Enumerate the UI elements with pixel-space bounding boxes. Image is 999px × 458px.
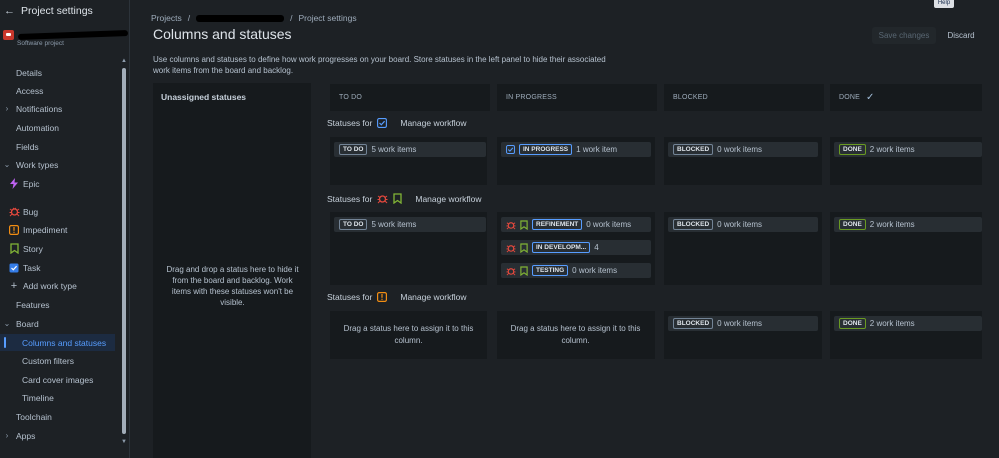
unassigned-hint: Drag and drop a status here to hide it f…: [166, 265, 299, 307]
breadcrumb: Projects / / Project settings: [151, 13, 357, 23]
sidebar-item-fields[interactable]: Fields: [0, 138, 118, 155]
page-title: Columns and statuses: [153, 26, 292, 42]
chevron-right-icon: ›: [5, 431, 9, 440]
story-bookmark-icon: [393, 193, 403, 204]
status-card-refinement[interactable]: REFINEMENT 0 work items: [501, 217, 651, 232]
impediment-icon: [377, 292, 388, 302]
sidebar-item-custom-filters[interactable]: Custom filters: [0, 352, 118, 369]
bug-icon: [377, 193, 388, 204]
sidebar-item-features[interactable]: Features: [0, 296, 118, 313]
discard-button[interactable]: Discard: [941, 27, 981, 44]
workflow-group-impediment: Statuses for Manage workflow: [327, 292, 467, 302]
unassigned-statuses-panel[interactable]: Unassigned statuses Drag and drop a stat…: [153, 83, 311, 458]
sidebar-item-automation[interactable]: Automation: [0, 119, 118, 136]
column-header-blocked[interactable]: BLOCKED: [664, 84, 824, 111]
status-card-todo[interactable]: TO DO 5 work items: [334, 142, 486, 157]
story-bookmark-icon: [8, 243, 20, 255]
sidebar-item-impediment[interactable]: Impediment: [0, 221, 118, 238]
sidebar-title: Project settings: [21, 5, 93, 17]
status-card-done[interactable]: DONE 2 work items: [834, 316, 982, 331]
sidebar-header: ← Project settings: [4, 5, 93, 17]
sidebar-item-timeline[interactable]: Timeline: [0, 389, 118, 406]
breadcrumb-separator: /: [187, 13, 191, 23]
bug-icon: [506, 266, 516, 276]
sidebar-item-notifications[interactable]: › Notifications: [0, 100, 118, 117]
status-card-blocked[interactable]: BLOCKED 0 work items: [668, 316, 818, 331]
sidebar-item-epic[interactable]: Epic: [0, 175, 118, 192]
breadcrumb-project-redacted[interactable]: [196, 14, 285, 22]
status-card-blocked[interactable]: BLOCKED 0 work items: [668, 217, 818, 232]
status-card-testing[interactable]: TESTING 0 work items: [501, 263, 651, 278]
project-name-redacted: [17, 30, 129, 40]
workflow-group-bug-story: Statuses for Manage workflow: [327, 193, 482, 204]
page-description: Use columns and statuses to define how w…: [153, 55, 606, 75]
status-card-blocked[interactable]: BLOCKED 0 work items: [668, 142, 818, 157]
epic-icon: [8, 178, 20, 190]
column-header-in-progress[interactable]: IN PROGRESS: [497, 84, 657, 111]
drop-hint-todo: Drag a status here to assign it to this …: [343, 324, 474, 345]
chevron-right-icon: ›: [5, 104, 9, 113]
help-button[interactable]: Help: [934, 0, 954, 8]
task-checkbox-icon: [377, 118, 388, 128]
story-bookmark-icon: [520, 265, 528, 276]
project-avatar-icon: [3, 30, 14, 40]
story-bookmark-icon: [520, 242, 528, 253]
sidebar-item-card-cover-images[interactable]: Card cover images: [0, 371, 118, 388]
sidebar-item-access[interactable]: Access: [0, 82, 118, 99]
sidebar-item-columns-and-statuses[interactable]: Columns and statuses: [0, 334, 115, 351]
breadcrumb-projects[interactable]: Projects: [151, 13, 182, 23]
sidebar-item-details[interactable]: Details: [0, 64, 118, 81]
bug-icon: [8, 206, 20, 218]
scroll-up-arrow-icon[interactable]: ▲: [121, 58, 127, 64]
status-card-todo[interactable]: TO DO 5 work items: [334, 217, 486, 232]
sidebar-item-board[interactable]: ⌄ Board: [0, 315, 118, 332]
manage-workflow-link[interactable]: Manage workflow: [400, 118, 466, 128]
status-card-in-development[interactable]: IN DEVELOPM... 4: [501, 240, 651, 255]
back-arrow-icon[interactable]: ←: [4, 5, 15, 17]
breadcrumb-project-settings[interactable]: Project settings: [298, 13, 356, 23]
chevron-down-icon: ⌄: [3, 160, 11, 169]
sidebar-scrollbar[interactable]: [122, 68, 126, 434]
bug-icon: [506, 243, 516, 253]
bug-icon: [506, 220, 516, 230]
column-header-done[interactable]: DONE ✓: [830, 84, 982, 111]
checkmark-icon: ✓: [866, 92, 875, 103]
sidebar-item-work-types[interactable]: ⌄ Work types: [0, 156, 118, 173]
workflow-group-task: Statuses for Manage workflow: [327, 118, 467, 128]
unassigned-title: Unassigned statuses: [161, 92, 247, 102]
chevron-down-icon: ⌄: [3, 319, 11, 328]
sidebar: ← Project settings Software project Deta…: [0, 0, 130, 458]
manage-workflow-link[interactable]: Manage workflow: [415, 194, 481, 204]
status-card-done[interactable]: DONE 2 work items: [834, 142, 982, 157]
manage-workflow-link[interactable]: Manage workflow: [400, 292, 466, 302]
breadcrumb-separator: /: [290, 13, 293, 23]
column-header-todo[interactable]: TO DO: [330, 84, 490, 111]
sidebar-item-apps[interactable]: › Apps: [0, 427, 118, 444]
project-header[interactable]: [3, 30, 129, 40]
plus-icon: +: [10, 279, 18, 292]
task-checkbox-icon: [506, 145, 515, 154]
project-type: Software project: [17, 40, 64, 47]
sidebar-item-bug[interactable]: Bug: [0, 203, 118, 220]
sidebar-item-task[interactable]: Task: [0, 259, 118, 276]
drop-hint-in-progress: Drag a status here to assign it to this …: [510, 324, 641, 345]
save-changes-button[interactable]: Save changes: [872, 27, 936, 44]
task-checkbox-icon: [8, 262, 20, 274]
story-bookmark-icon: [520, 219, 528, 230]
impediment-icon: [8, 224, 20, 236]
sidebar-item-add-work-type[interactable]: + Add work type: [0, 277, 118, 294]
status-card-done[interactable]: DONE 2 work items: [834, 217, 982, 232]
sidebar-item-toolchain[interactable]: Toolchain: [0, 408, 118, 425]
status-card-in-progress[interactable]: IN PROGRESS 1 work item: [501, 142, 651, 157]
sidebar-item-story[interactable]: Story: [0, 240, 118, 257]
scroll-down-arrow-icon[interactable]: ▼: [121, 439, 127, 445]
